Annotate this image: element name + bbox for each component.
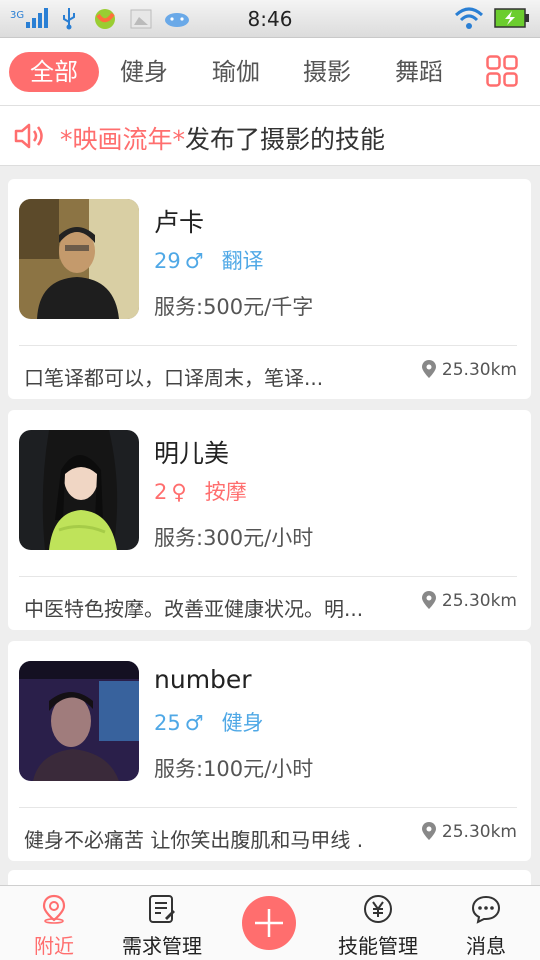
service-price: 服务:300元/小时 [154,526,314,550]
user-age: 2 [154,480,168,504]
nav-messages-label: 消息 [466,934,506,958]
nav-demand-label: 需求管理 [122,934,202,958]
tab-fitness[interactable]: 健身 [110,52,178,92]
user-name: number [154,665,252,694]
announcement-message: 发布了摄影的技能 [185,125,386,154]
plus-icon [255,909,283,937]
service-price: 服务:100元/小时 [154,757,314,781]
skill-card[interactable]: number 25 ♂ 健身 服务:100元/小时 健身不必痛苦 让你笑出腹肌和马甲… [8,641,531,861]
skill-card[interactable]: 明儿美 2 ♀ 按摩 服务:300元/小时 中医特色按摩。改善亚健康状况。明... … [8,410,531,630]
avatar[interactable] [19,199,139,319]
tab-all[interactable]: 全部 [9,52,99,92]
male-icon: ♂ [184,711,204,735]
skill-card[interactable]: 卢卡 29 ♂ 翻译 服务:500元/千字 口笔译都可以，口译周末，笔译... 25… [8,179,531,399]
user-meta: 25 ♂ 健身 [154,707,264,737]
category-bar: 全部 健身 瑜伽 摄影 舞蹈 [0,38,540,106]
announcement-banner[interactable]: *映画流年*发布了摄影的技能 [0,106,540,166]
distance-value: 25.30km [441,360,517,380]
skill-tag: 翻译 [221,249,264,273]
location-icon [42,894,66,924]
wifi-icon [454,7,484,29]
user-name: 明儿美 [154,439,230,468]
distance: 25.30km [421,360,517,380]
avatar[interactable] [19,430,139,550]
user-name: 卢卡 [154,208,205,237]
yuan-coin-icon [364,895,392,923]
nav-demand-management[interactable]: 需求管理 [112,894,212,959]
skill-tag: 按摩 [204,480,247,504]
speaker-icon [14,123,43,149]
distance: 25.30km [421,822,517,842]
announcement-user: *映画流年* [60,125,186,154]
status-bar: 3G 8:46 [0,0,540,38]
skill-description: 中医特色按摩。改善亚健康状况。明... [24,597,364,621]
nav-skill-management[interactable]: 技能管理 [328,894,428,959]
distance: 25.30km [421,591,517,611]
tab-yoga[interactable]: 瑜伽 [202,52,270,92]
bottom-nav: 附近 需求管理 技能管理 消息 [0,885,540,960]
divider [19,807,517,808]
tab-dance[interactable]: 舞蹈 [385,52,453,92]
distance-value: 25.30km [441,822,517,842]
skill-tag: 健身 [221,711,264,735]
skill-description: 口笔译都可以，口译周末，笔译... [24,366,324,390]
user-meta: 2 ♀ 按摩 [154,476,247,506]
nav-skill-label: 技能管理 [338,934,418,958]
announcement-text: *映画流年*发布了摄影的技能 [60,120,385,156]
male-icon: ♂ [184,249,204,273]
add-button[interactable] [242,896,296,950]
service-price: 服务:500元/千字 [154,295,314,319]
chat-bubble-icon [471,895,501,924]
battery-icon [494,8,529,28]
avatar[interactable] [19,661,139,781]
female-icon: ♀ [171,480,187,504]
user-age: 25 [154,711,181,735]
location-pin-icon [421,591,436,609]
location-pin-icon [421,822,436,840]
nav-messages[interactable]: 消息 [436,894,536,959]
user-age: 29 [154,249,181,273]
grid-menu-icon[interactable] [486,55,518,87]
skill-description: 健身不必痛苦 让你笑出腹肌和马甲线 ... [24,828,364,852]
nav-nearby-label: 附近 [34,934,74,958]
divider [19,345,517,346]
location-pin-icon [421,360,436,378]
document-edit-icon [149,895,175,923]
tab-photography[interactable]: 摄影 [293,52,361,92]
divider [19,576,517,577]
user-meta: 29 ♂ 翻译 [154,245,264,275]
nav-nearby[interactable]: 附近 [4,894,104,959]
distance-value: 25.30km [441,591,517,611]
